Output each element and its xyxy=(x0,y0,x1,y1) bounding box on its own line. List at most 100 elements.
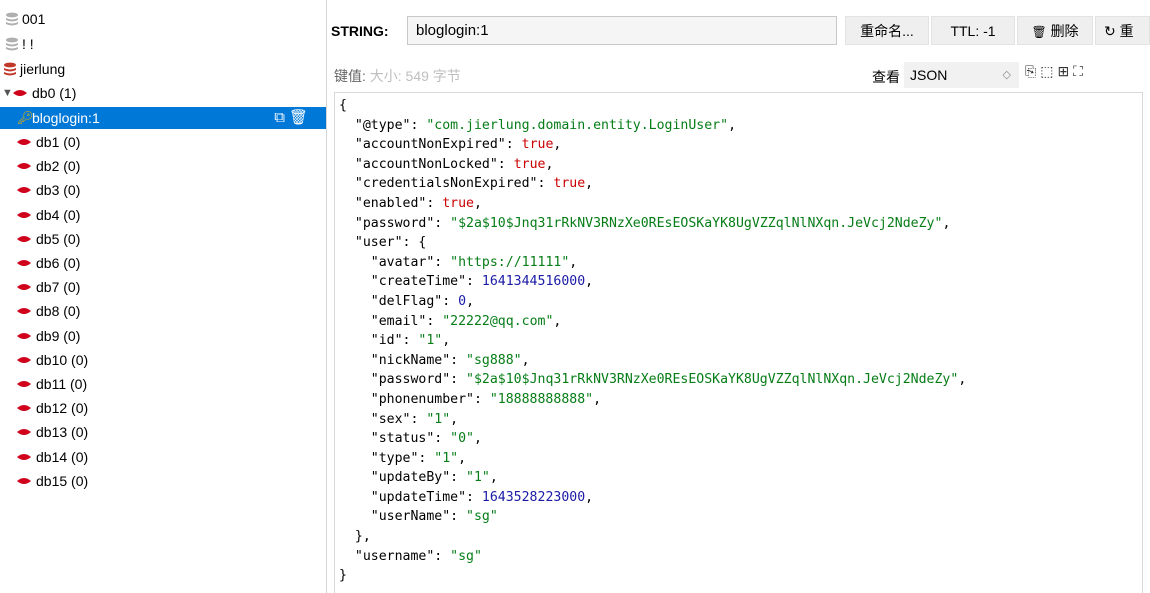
code-token: "com.jierlung.domain.entity.LoginUser" xyxy=(426,117,729,133)
key-label: bloglogin:1 xyxy=(32,110,100,126)
code-token: , xyxy=(958,372,967,388)
key-detail-panel: STRING: bloglogin:1 重命名... TTL: -1 🗑︎ 删除… xyxy=(327,0,1150,593)
connection-item-jierlung[interactable]: jierlung xyxy=(0,58,326,80)
code-token: , xyxy=(489,470,498,486)
code-token: , xyxy=(569,254,578,270)
db-item-db0[interactable]: ▼ db0 (1) xyxy=(0,82,326,104)
code-line: "email": "22222@qq.com", xyxy=(339,312,966,332)
code-line: { xyxy=(339,96,966,116)
ttl-button[interactable]: TTL: -1 xyxy=(931,16,1015,45)
server-stack-icon xyxy=(1,58,19,80)
code-token: "1" xyxy=(418,333,443,349)
format-select[interactable]: JSON ◇ xyxy=(904,62,1019,88)
code-line: "password": "$2a$10$Jnq31rRkNV3RNzXe0REs… xyxy=(339,370,967,390)
connection-item-2[interactable]: ! ! xyxy=(0,33,326,55)
rename-button[interactable]: 重命名... xyxy=(845,16,929,45)
chevron-updown-icon: ◇ xyxy=(1002,69,1011,81)
delete-button[interactable]: 🗑︎ 删除 xyxy=(1017,16,1093,45)
code-token: "id": xyxy=(370,333,419,349)
db-item-db5[interactable]: db5 (0) xyxy=(0,228,326,250)
code-line: "password": "$2a$10$Jnq31rRkNV3RNzXe0REs… xyxy=(339,214,966,234)
db-item-db13[interactable]: db13 (0) xyxy=(0,421,326,443)
fullscreen-icon[interactable]: ⛶ xyxy=(1073,63,1085,79)
code-token: "0" xyxy=(450,431,474,447)
db-item-db10[interactable]: db10 (0) xyxy=(0,349,326,371)
code-token: "1" xyxy=(426,411,451,427)
db-label: db11 (0) xyxy=(36,376,88,392)
code-token: , xyxy=(553,137,562,153)
key-type-label: STRING: xyxy=(331,23,389,39)
connection-label: jierlung xyxy=(20,61,66,77)
db-label: db6 (0) xyxy=(36,255,81,271)
copy-value-icon[interactable]: ⎘ xyxy=(1025,63,1038,79)
code-token: , xyxy=(585,176,594,192)
format-value-icon[interactable]: ⊞ xyxy=(1057,63,1071,79)
db-label: db4 (0) xyxy=(36,206,81,223)
db-item-db1[interactable]: db1 (0) xyxy=(0,131,326,153)
code-token: 1641344516000 xyxy=(481,274,586,290)
database-icon xyxy=(16,470,32,492)
code-token: , xyxy=(585,274,594,290)
db-item-db15[interactable]: db15 (0) xyxy=(0,470,326,492)
code-token: "$2a$10$Jnq31rRkNV3RNzXe0REsEOSKaYK8UgVZ… xyxy=(466,372,959,388)
code-token: , xyxy=(450,411,459,427)
reload-button[interactable]: ↻ 重 xyxy=(1095,16,1150,45)
code-line: "type": "1", xyxy=(339,449,966,469)
copy-icon[interactable]: ⧉ xyxy=(274,109,289,126)
code-token: "nickName": xyxy=(370,352,467,368)
reload-icon: ↻ xyxy=(1104,23,1116,39)
database-icon xyxy=(16,228,32,250)
value-editor[interactable]: { "@type": "com.jierlung.domain.entity.L… xyxy=(334,92,1143,593)
code-token: "1" xyxy=(434,450,459,466)
trash-icon[interactable]: 🗑︎ xyxy=(289,109,312,126)
db-item-db8[interactable]: db8 (0) xyxy=(0,300,326,322)
db-item-db3[interactable]: db3 (0) xyxy=(0,179,326,201)
code-token: "$2a$10$Jnq31rRkNV3RNzXe0REsEOSKaYK8UgVZ… xyxy=(450,215,943,231)
code-token: "https://11111" xyxy=(450,254,570,270)
db-item-db9[interactable]: db9 (0) xyxy=(0,325,326,347)
code-token: 1643528223000 xyxy=(481,489,586,505)
code-token: , xyxy=(553,313,562,329)
db-item-db2[interactable]: db2 (0) xyxy=(0,155,326,177)
code-token: "password": xyxy=(354,215,451,231)
db-item-db7[interactable]: db7 (0) xyxy=(0,276,326,298)
database-icon xyxy=(16,155,32,177)
code-line: "accountNonLocked": true, xyxy=(339,155,966,175)
code-line: "id": "1", xyxy=(339,331,966,351)
server-stack-icon xyxy=(4,33,20,55)
code-token: "updateTime": xyxy=(370,489,482,505)
db-item-db12[interactable]: db12 (0) xyxy=(0,397,326,419)
key-item-selected[interactable]: 🔑︎ bloglogin:1 ⧉🗑︎ xyxy=(0,107,326,129)
db-label: db10 (0) xyxy=(36,351,89,368)
database-icon xyxy=(16,276,32,298)
db-item-db14[interactable]: db14 (0) xyxy=(0,446,326,468)
code-token: true xyxy=(553,176,586,192)
db-item-db4[interactable]: db4 (0) xyxy=(0,204,326,226)
key-name-field[interactable]: bloglogin:1 xyxy=(407,16,837,45)
database-icon xyxy=(16,325,32,347)
db-item-db6[interactable]: db6 (0) xyxy=(0,252,326,274)
code-token: "userName": xyxy=(370,509,467,525)
code-token: true xyxy=(521,137,554,153)
code-line: "delFlag": 0, xyxy=(339,292,966,312)
value-meta: 键值: 大小: 549 字节 xyxy=(334,68,461,84)
code-line: "username": "sg" xyxy=(339,547,966,567)
code-token: "updateBy": xyxy=(370,470,467,486)
code-token: "delFlag": xyxy=(370,293,459,309)
code-token: , xyxy=(585,489,594,505)
db-item-db11[interactable]: db11 (0) xyxy=(0,373,326,395)
save-value-icon[interactable]: ⬚ xyxy=(1040,63,1055,79)
code-token: , xyxy=(593,391,602,407)
database-icon xyxy=(16,300,32,322)
code-token: , xyxy=(474,431,482,447)
connection-item-001[interactable]: 001 xyxy=(0,8,326,30)
